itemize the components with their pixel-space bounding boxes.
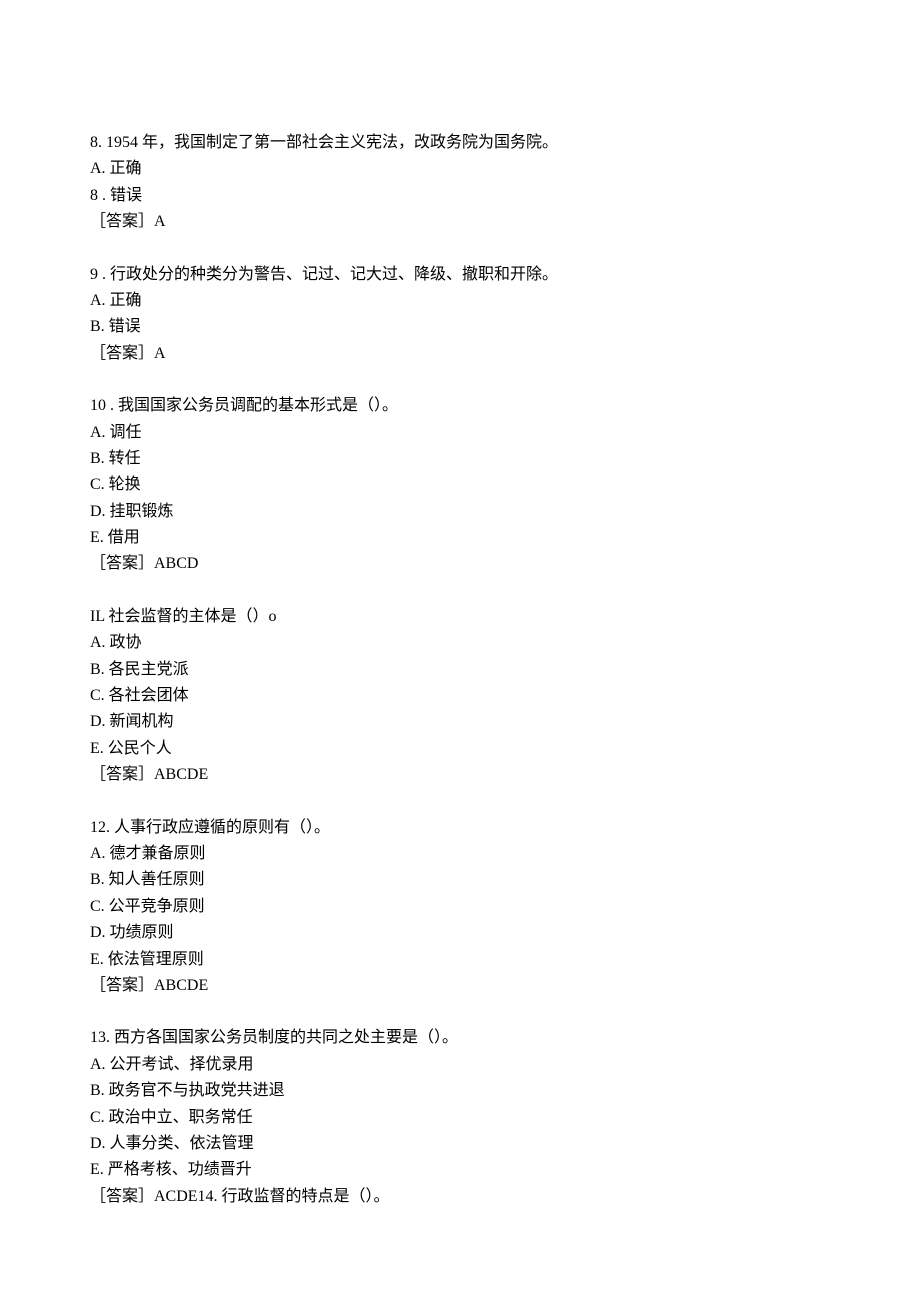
option-b: B. 错误 <box>90 314 830 340</box>
question-stem: 8. 1954 年，我国制定了第一部社会主义宪法，改政务院为国务院。 <box>90 130 830 156</box>
option-a: A. 公开考试、择优录用 <box>90 1052 830 1078</box>
option-a: A. 正确 <box>90 288 830 314</box>
option-e: E. 公民个人 <box>90 736 830 762</box>
option-b: B. 转任 <box>90 446 830 472</box>
option-a: A. 调任 <box>90 420 830 446</box>
option-d: D. 功绩原则 <box>90 920 830 946</box>
option-b: 8 . 错误 <box>90 183 830 209</box>
answer: ［答案］ABCDE <box>90 762 830 788</box>
option-d: D. 挂职锻炼 <box>90 499 830 525</box>
option-d: D. 人事分类、依法管理 <box>90 1131 830 1157</box>
option-b: B. 知人善任原则 <box>90 867 830 893</box>
question-stem: 9 . 行政处分的种类分为警告、记过、记大过、降级、撤职和开除。 <box>90 262 830 288</box>
document-body: 8. 1954 年，我国制定了第一部社会主义宪法，改政务院为国务院。 A. 正确… <box>90 130 830 1210</box>
option-a: A. 政协 <box>90 630 830 656</box>
option-e: E. 借用 <box>90 525 830 551</box>
question-9: 9 . 行政处分的种类分为警告、记过、记大过、降级、撤职和开除。 A. 正确 B… <box>90 262 830 368</box>
question-13: 13. 西方各国国家公务员制度的共同之处主要是（）。 A. 公开考试、择优录用 … <box>90 1025 830 1210</box>
option-b: B. 各民主党派 <box>90 657 830 683</box>
question-10: 10 . 我国国家公务员调配的基本形式是（）。 A. 调任 B. 转任 C. 轮… <box>90 393 830 578</box>
option-e: E. 依法管理原则 <box>90 947 830 973</box>
answer: ［答案］ABCD <box>90 551 830 577</box>
question-stem: 10 . 我国国家公务员调配的基本形式是（）。 <box>90 393 830 419</box>
option-c: C. 政治中立、职务常任 <box>90 1105 830 1131</box>
option-c: C. 轮换 <box>90 472 830 498</box>
option-d: D. 新闻机构 <box>90 709 830 735</box>
question-stem: 12. 人事行政应遵循的原则有（）。 <box>90 815 830 841</box>
question-8: 8. 1954 年，我国制定了第一部社会主义宪法，改政务院为国务院。 A. 正确… <box>90 130 830 236</box>
option-b: B. 政务官不与执政党共进退 <box>90 1078 830 1104</box>
question-stem: IL 社会监督的主体是（）o <box>90 604 830 630</box>
answer: ［答案］A <box>90 341 830 367</box>
answer: ［答案］ACDE14. 行政监督的特点是（）。 <box>90 1184 830 1210</box>
option-e: E. 严格考核、功绩晋升 <box>90 1157 830 1183</box>
question-stem: 13. 西方各国国家公务员制度的共同之处主要是（）。 <box>90 1025 830 1051</box>
answer: ［答案］ABCDE <box>90 973 830 999</box>
question-12: 12. 人事行政应遵循的原则有（）。 A. 德才兼备原则 B. 知人善任原则 C… <box>90 815 830 1000</box>
question-11: IL 社会监督的主体是（）o A. 政协 B. 各民主党派 C. 各社会团体 D… <box>90 604 830 789</box>
option-c: C. 各社会团体 <box>90 683 830 709</box>
option-c: C. 公平竞争原则 <box>90 894 830 920</box>
option-a: A. 正确 <box>90 156 830 182</box>
option-a: A. 德才兼备原则 <box>90 841 830 867</box>
answer: ［答案］A <box>90 209 830 235</box>
